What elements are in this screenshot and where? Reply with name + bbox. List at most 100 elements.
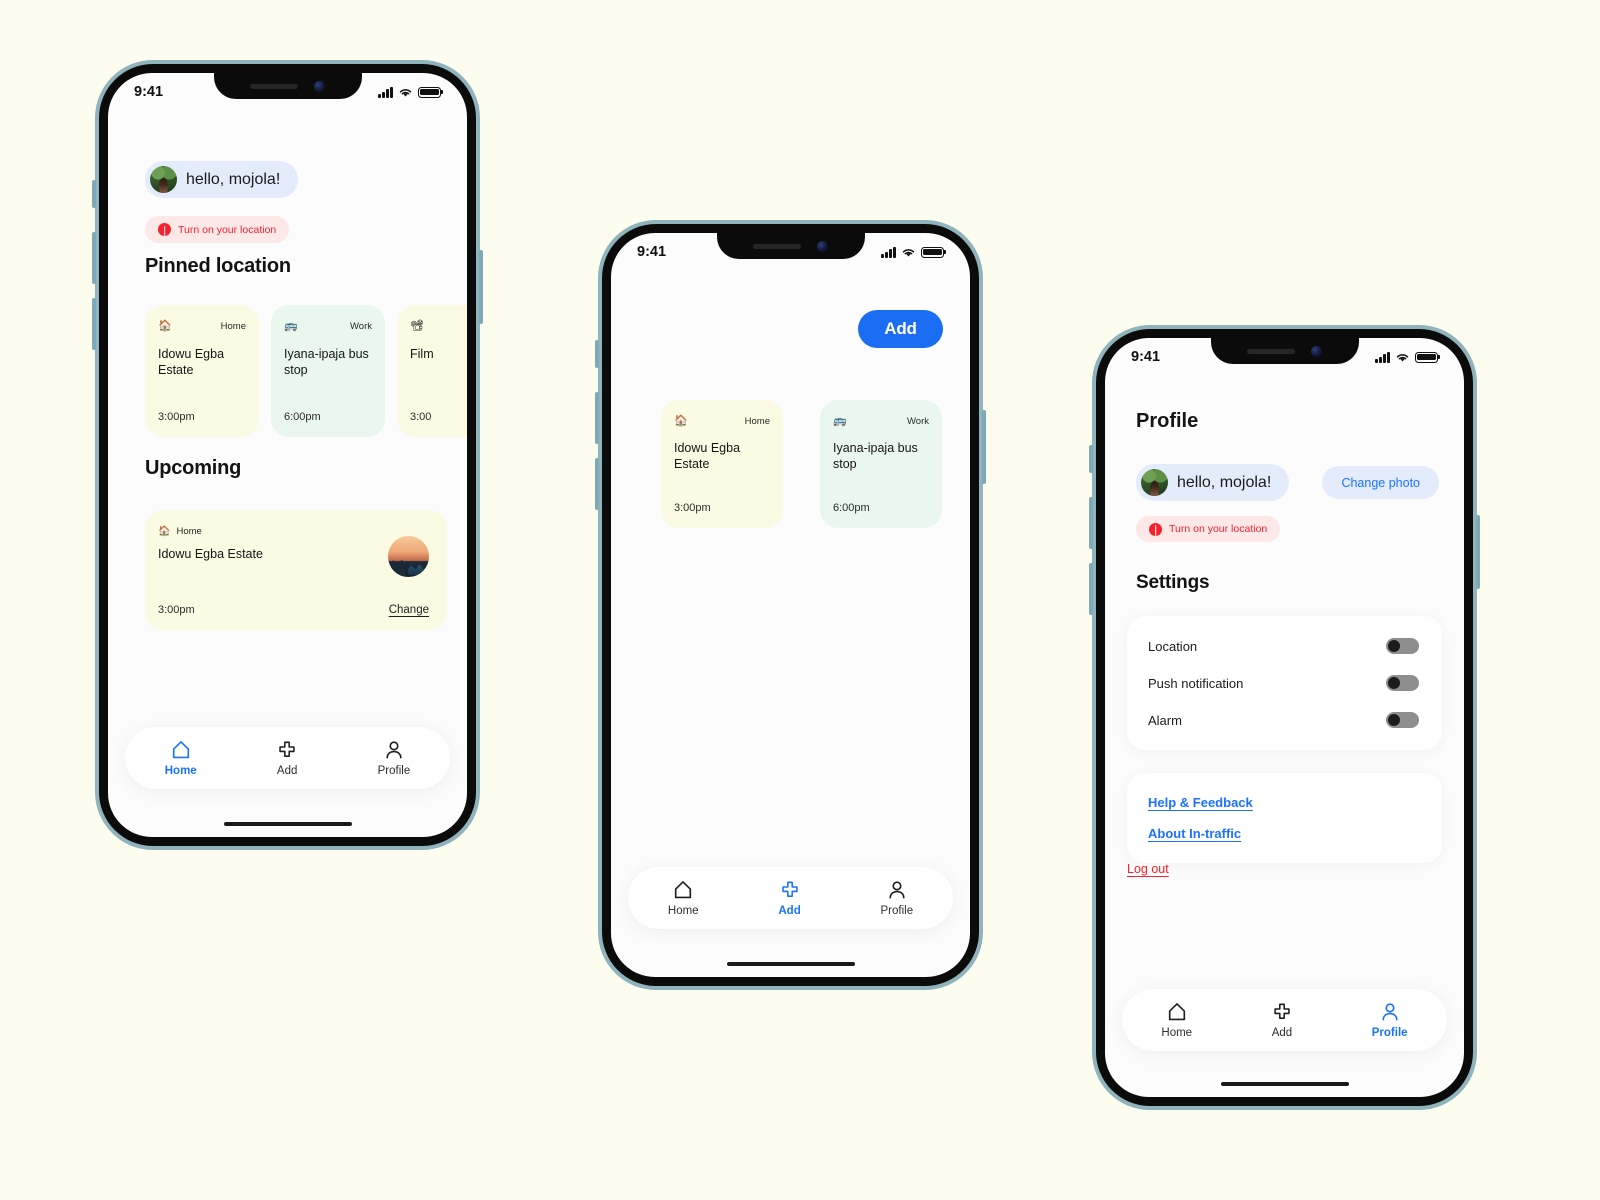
pinned-card[interactable]: 📽 Film 3:00: [397, 305, 467, 437]
location-warning-text: Turn on your location: [178, 223, 277, 236]
home-icon: [1168, 1003, 1185, 1021]
nav-item-home[interactable]: Home: [1161, 1001, 1192, 1039]
silent-switch[interactable]: [1089, 445, 1093, 473]
alert-icon: [158, 223, 171, 236]
greeting-pill[interactable]: hello, mojola!: [145, 161, 299, 198]
bottom-nav[interactable]: Home Add Profile: [628, 867, 953, 929]
nav-label-profile: Profile: [1371, 1027, 1408, 1039]
alarm-toggle[interactable]: [1386, 712, 1419, 728]
house-emoji: 🏠: [158, 525, 171, 537]
cellular-signal-icon: [378, 86, 393, 98]
change-photo-button[interactable]: Change photo: [1322, 466, 1439, 499]
nav-label-home: Home: [164, 765, 197, 777]
change-link[interactable]: Change: [389, 604, 429, 616]
location-warning-pill[interactable]: Turn on your location: [1136, 516, 1281, 542]
add-button[interactable]: Add: [858, 310, 943, 348]
nav-label-add: Add: [1271, 1027, 1293, 1039]
nav-item-home[interactable]: Home: [165, 739, 197, 777]
nav-label-add: Add: [778, 905, 801, 917]
card-header: 🏠 Home: [674, 416, 770, 428]
plus-icon: [781, 881, 798, 897]
card-header: 🚌 Work: [833, 416, 929, 428]
setting-label: Alarm: [1148, 712, 1182, 728]
logout-link[interactable]: Log out: [1127, 862, 1169, 876]
card-header: 🚌 Work: [284, 321, 372, 333]
upcoming-top-row: 🏠 Home: [158, 526, 429, 537]
earpiece-speaker: [1247, 348, 1295, 354]
nav-item-profile[interactable]: Profile: [377, 739, 411, 777]
help-feedback-link[interactable]: Help & Feedback: [1148, 795, 1421, 810]
nav-item-add[interactable]: Add: [276, 739, 298, 777]
setting-row[interactable]: Location: [1148, 638, 1419, 654]
avatar: [150, 166, 177, 193]
home-indicator: [1220, 1081, 1349, 1086]
bottom-nav[interactable]: Home Add Profile: [1122, 989, 1447, 1051]
silent-switch[interactable]: [595, 340, 599, 368]
about-in-traffic-link[interactable]: About In-traffic: [1148, 826, 1421, 841]
nav-item-add[interactable]: Add: [778, 879, 801, 917]
silent-switch[interactable]: [92, 180, 96, 208]
volume-down-button[interactable]: [1089, 563, 1093, 615]
volume-down-button[interactable]: [92, 298, 96, 350]
app-add: 9:41 Add 🏠 Home Idowu Egba Estate 3:00pm…: [611, 233, 970, 977]
location-card[interactable]: 🏠 Home Idowu Egba Estate 3:00pm: [661, 400, 783, 528]
location-card[interactable]: 🚌 Work Iyana-ipaja bus stop 6:00pm: [820, 400, 942, 528]
plus-icon: [279, 741, 295, 757]
plus-icon: [1274, 1003, 1290, 1019]
card-time: 3:00pm: [158, 411, 195, 423]
nav-item-home[interactable]: Home: [668, 879, 699, 917]
screen-profile: 9:41 Profile hello, mojola! Change photo…: [1105, 338, 1464, 1097]
nav-label-home: Home: [1161, 1027, 1193, 1039]
setting-label: Location: [1148, 638, 1198, 654]
greeting-text: hello, mojola!: [1177, 473, 1272, 491]
earpiece-speaker: [753, 243, 801, 249]
volume-up-button[interactable]: [595, 392, 599, 444]
add-cards-row[interactable]: 🏠 Home Idowu Egba Estate 3:00pm 🚌 Work I…: [661, 400, 942, 528]
front-camera-icon: [314, 80, 325, 92]
person-icon: [1382, 1003, 1398, 1021]
card-time: 6:00pm: [833, 502, 870, 514]
volume-up-button[interactable]: [92, 232, 96, 284]
wifi-icon: [1396, 353, 1409, 362]
film-projector-emoji: 📽: [410, 320, 424, 332]
bottom-nav[interactable]: Home Add Profile: [125, 727, 450, 789]
home-icon: [675, 881, 692, 899]
status-icons: [881, 246, 944, 258]
wifi-icon: [902, 248, 915, 257]
battery-icon: [921, 246, 944, 258]
card-title: Idowu Egba Estate: [158, 347, 225, 377]
greeting-pill[interactable]: hello, mojola!: [1136, 464, 1290, 501]
upcoming-bottom-row: 3:00pm Change: [158, 604, 429, 616]
status-time: 9:41: [637, 244, 667, 260]
battery-icon: [1415, 351, 1438, 363]
volume-down-button[interactable]: [595, 458, 599, 510]
pinned-card[interactable]: 🏠 Home Idowu Egba Estate 3:00pm: [145, 305, 259, 437]
phone-add: 9:41 Add 🏠 Home Idowu Egba Estate 3:00pm…: [595, 220, 986, 990]
nav-item-add[interactable]: Add: [1271, 1001, 1293, 1039]
screen-home: 9:41 hello, mojola! Turn on your locatio…: [108, 73, 467, 837]
nav-item-profile[interactable]: Profile: [881, 879, 913, 917]
alert-icon: [1149, 522, 1162, 536]
setting-label: Push notification: [1148, 675, 1244, 691]
pinned-section-title: Pinned location: [145, 255, 291, 277]
nav-item-profile[interactable]: Profile: [1372, 1001, 1408, 1039]
power-button[interactable]: [1476, 515, 1480, 589]
location-warning-pill[interactable]: Turn on your location: [145, 216, 290, 243]
setting-row[interactable]: Alarm: [1148, 712, 1419, 728]
push-notification-toggle[interactable]: [1386, 675, 1419, 691]
pinned-card[interactable]: 🚌 Work Iyana-ipaja bus stop 6:00pm: [271, 305, 385, 437]
links-panel: Help & Feedback About In-traffic: [1127, 773, 1442, 863]
nav-label-profile: Profile: [377, 765, 411, 777]
card-title: Film: [410, 347, 434, 361]
setting-row[interactable]: Push notification: [1148, 675, 1419, 691]
upcoming-time: 3:00pm: [158, 604, 195, 616]
notch: [213, 73, 362, 99]
upcoming-card[interactable]: 🏠 Home Idowu Egba Estate 3:00pm Change: [145, 510, 447, 630]
power-button[interactable]: [479, 250, 483, 324]
volume-up-button[interactable]: [1089, 497, 1093, 549]
cellular-signal-icon: [1375, 351, 1390, 363]
location-toggle[interactable]: [1386, 638, 1419, 654]
home-indicator: [223, 821, 352, 826]
power-button[interactable]: [982, 410, 986, 484]
pinned-cards-row[interactable]: 🏠 Home Idowu Egba Estate 3:00pm 🚌 Work I…: [145, 305, 467, 437]
